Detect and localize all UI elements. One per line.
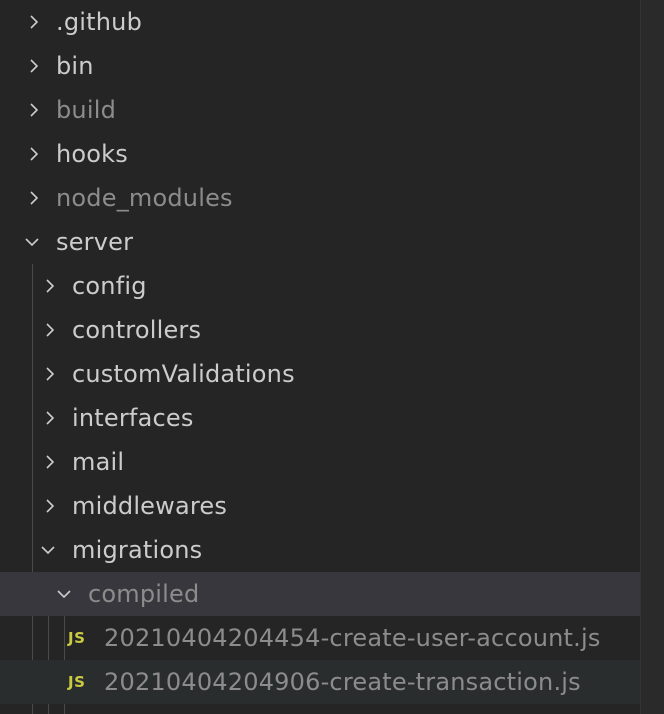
tree-item-middlewares[interactable]: middlewares — [0, 484, 640, 528]
tree-item-node-modules[interactable]: node_modules — [0, 176, 640, 220]
tree-item-label: customValidations — [72, 360, 295, 388]
file-explorer-tree: .github bin build hooks node_modules ser… — [0, 0, 664, 714]
tree-item-label: bin — [56, 52, 94, 80]
chevron-right-icon — [42, 498, 58, 514]
tree-item-mail[interactable]: mail — [0, 440, 640, 484]
tree-item-label: 20210404204454-create-user-account.js — [104, 624, 601, 652]
chevron-down-icon — [40, 542, 56, 558]
tree-item-label: server — [56, 228, 134, 256]
chevron-right-icon — [26, 58, 42, 74]
tree-file-create-transaction[interactable]: JS 20210404204906-create-transaction.js — [0, 660, 640, 704]
tree-item-config[interactable]: config — [0, 264, 640, 308]
chevron-right-icon — [26, 14, 42, 30]
chevron-right-icon — [42, 366, 58, 382]
chevron-down-icon — [24, 234, 40, 250]
chevron-right-icon — [42, 410, 58, 426]
tree-item-label: interfaces — [72, 404, 194, 432]
tree-item-custom-validations[interactable]: customValidations — [0, 352, 640, 396]
tree-item-label: node_modules — [56, 184, 233, 212]
tree-item-label: .github — [56, 8, 142, 36]
vertical-scrollbar[interactable] — [640, 0, 664, 714]
chevron-right-icon — [26, 102, 42, 118]
tree-item-hooks[interactable]: hooks — [0, 132, 640, 176]
tree-item-label: migrations — [72, 536, 203, 564]
tree-item-label: controllers — [72, 316, 202, 344]
chevron-right-icon — [42, 322, 58, 338]
tree-item-label: middlewares — [72, 492, 228, 520]
tree-item-interfaces[interactable]: interfaces — [0, 396, 640, 440]
tree-item-migrations[interactable]: migrations — [0, 528, 640, 572]
tree-item-github[interactable]: .github — [0, 0, 640, 44]
tree-item-bin[interactable]: bin — [0, 44, 640, 88]
tree-item-label: build — [56, 96, 117, 124]
tree-item-controllers[interactable]: controllers — [0, 308, 640, 352]
tree-item-build[interactable]: build — [0, 88, 640, 132]
chevron-right-icon — [26, 146, 42, 162]
tree-item-label: 20210404204906-create-transaction.js — [104, 668, 581, 696]
tree-item-label: mail — [72, 448, 125, 476]
tree-item-label: hooks — [56, 140, 128, 168]
chevron-down-icon — [56, 586, 72, 602]
chevron-right-icon — [42, 454, 58, 470]
js-file-icon: JS — [68, 673, 86, 691]
tree-item-server[interactable]: server — [0, 220, 640, 264]
tree-item-label: config — [72, 272, 147, 300]
tree-item-label: compiled — [88, 580, 200, 608]
tree-file-create-user-account[interactable]: JS 20210404204454-create-user-account.js — [0, 616, 640, 660]
chevron-right-icon — [42, 278, 58, 294]
js-file-icon: JS — [68, 629, 86, 647]
chevron-right-icon — [26, 190, 42, 206]
tree-item-compiled[interactable]: compiled — [0, 572, 664, 616]
